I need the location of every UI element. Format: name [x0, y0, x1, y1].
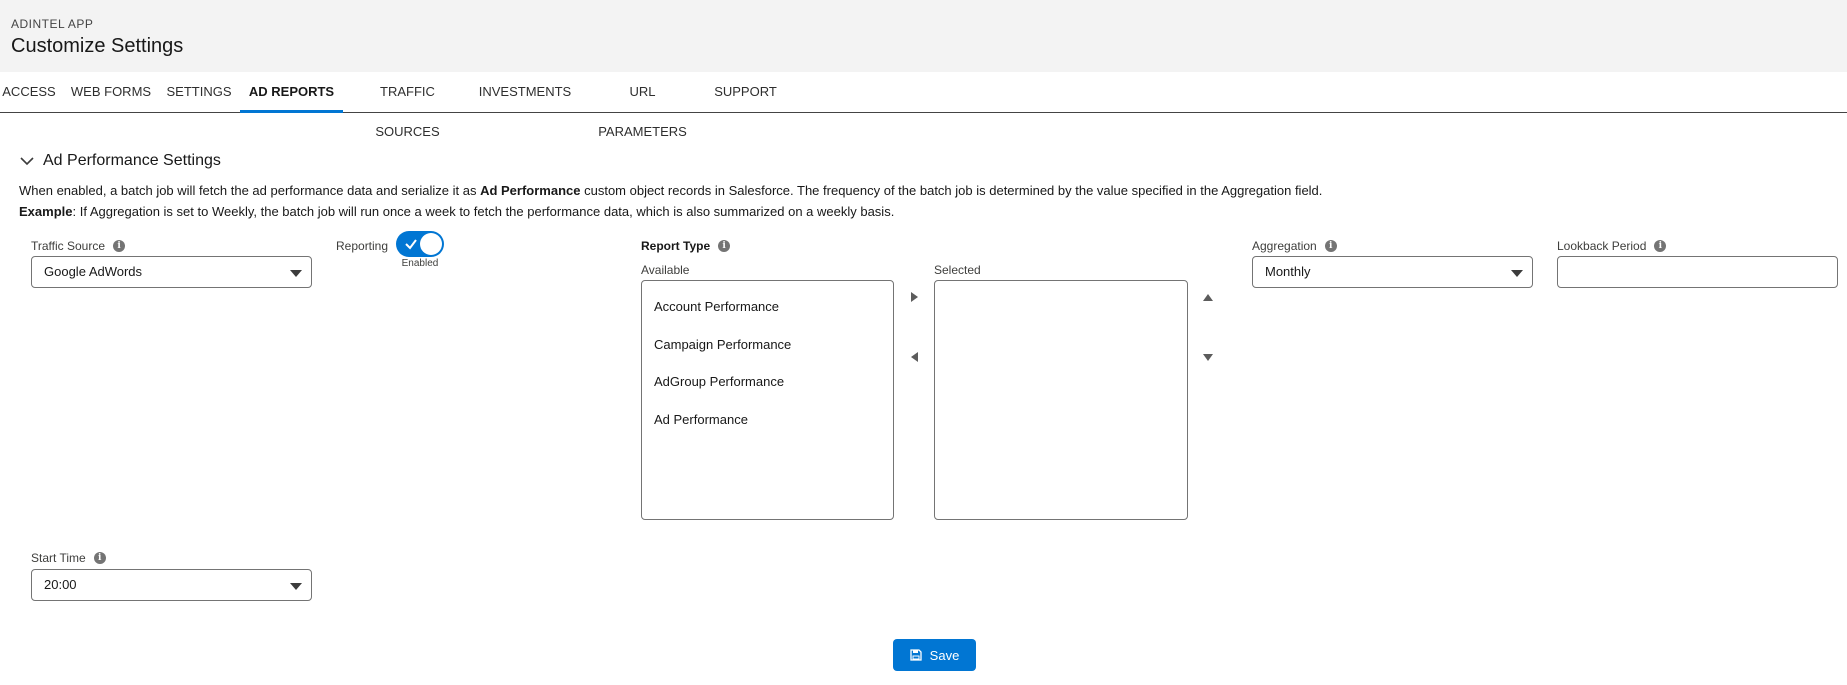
report-type-label-text: Report Type — [641, 239, 711, 253]
traffic-source-select[interactable]: Google AdWords — [31, 256, 312, 288]
tab-traffic-sources[interactable]: TRAFFIC SOURCES — [349, 72, 466, 139]
aggregation-label-text: Aggregation — [1252, 239, 1317, 253]
reporting-toggle[interactable] — [396, 231, 444, 257]
arrow-up-icon — [1203, 293, 1213, 301]
page-title: Customize Settings — [11, 35, 184, 57]
caret-down-icon — [290, 270, 302, 277]
section-toggle[interactable]: Ad Performance Settings — [19, 150, 379, 172]
arrow-right-icon — [910, 292, 918, 302]
arrow-down-icon — [1203, 353, 1213, 361]
toggle-knob — [420, 233, 442, 255]
list-item[interactable]: Ad Performance — [654, 412, 748, 427]
available-listbox[interactable]: Account Performance Campaign Performance… — [641, 280, 894, 520]
available-label: Available — [641, 263, 690, 277]
description-text-end: custom object records in Salesforce. The… — [580, 183, 1323, 198]
caret-down-icon — [1511, 270, 1523, 277]
aggregation-value: Monthly — [1265, 264, 1311, 279]
tab-ad-reports[interactable]: AD REPORTS — [240, 72, 343, 113]
start-time-label: Start Time i — [31, 551, 106, 565]
section-description: When enabled, a batch job will fetch the… — [19, 183, 1322, 198]
tab-settings[interactable]: SETTINGS — [163, 72, 235, 112]
tab-investments[interactable]: INVESTMENTS — [477, 72, 573, 112]
list-item[interactable]: Account Performance — [654, 299, 779, 314]
save-icon — [910, 649, 922, 661]
info-icon[interactable]: i — [113, 240, 126, 252]
arrow-left-icon — [910, 352, 918, 362]
info-icon[interactable]: i — [718, 240, 731, 252]
save-button[interactable]: Save — [893, 639, 976, 671]
reporting-label: Reporting — [336, 239, 388, 253]
tab-web-forms[interactable]: WEB FORMS — [66, 72, 156, 112]
report-type-label: Report Type i — [641, 239, 731, 253]
info-icon[interactable]: i — [1324, 240, 1337, 252]
page-header: ADINTEL APP Customize Settings — [0, 0, 1847, 72]
move-up-button[interactable] — [1200, 289, 1216, 305]
lookback-period-label: Lookback Period i — [1557, 239, 1667, 253]
info-icon[interactable]: i — [1654, 240, 1667, 252]
reporting-status: Enabled — [401, 258, 439, 269]
start-time-select[interactable]: 20:00 — [31, 569, 312, 601]
example-text: : If Aggregation is set to Weekly, the b… — [72, 204, 895, 219]
example-label: Example — [19, 204, 73, 219]
aggregation-label: Aggregation i — [1252, 239, 1337, 253]
caret-down-icon — [290, 583, 302, 590]
description-bold: Ad Performance — [480, 183, 581, 198]
move-left-button[interactable] — [906, 349, 922, 365]
description-text: When enabled, a batch job will fetch the… — [19, 183, 481, 198]
section-example: Example: If Aggregation is set to Weekly… — [19, 204, 894, 219]
traffic-source-value: Google AdWords — [44, 264, 143, 279]
start-time-value: 20:00 — [44, 577, 77, 592]
selected-listbox[interactable] — [934, 280, 1188, 520]
info-icon[interactable]: i — [93, 552, 106, 564]
chevron-down-icon — [20, 157, 34, 166]
selected-label: Selected — [934, 263, 981, 277]
tab-access[interactable]: ACCESS — [0, 72, 58, 112]
check-icon — [405, 239, 417, 250]
section-title: Ad Performance Settings — [43, 152, 221, 169]
app-name: ADINTEL APP — [11, 17, 94, 31]
move-down-button[interactable] — [1200, 349, 1216, 365]
tab-support[interactable]: SUPPORT — [712, 72, 779, 112]
list-item[interactable]: AdGroup Performance — [654, 374, 784, 389]
move-right-button[interactable] — [906, 289, 922, 305]
traffic-source-label: Traffic Source i — [31, 239, 126, 253]
traffic-source-label-text: Traffic Source — [31, 239, 106, 253]
save-button-label: Save — [929, 647, 960, 663]
lookback-period-input[interactable] — [1557, 256, 1838, 288]
list-item[interactable]: Campaign Performance — [654, 337, 791, 352]
tab-bar: ACCESS WEB FORMS SETTINGS AD REPORTS TRA… — [0, 72, 1847, 139]
tab-url-parameters[interactable]: URL PARAMETERS — [584, 72, 701, 139]
reporting-label-text: Reporting — [336, 239, 389, 253]
start-time-label-text: Start Time — [31, 551, 86, 565]
aggregation-select[interactable]: Monthly — [1252, 256, 1533, 288]
lookback-period-label-text: Lookback Period — [1557, 239, 1647, 253]
